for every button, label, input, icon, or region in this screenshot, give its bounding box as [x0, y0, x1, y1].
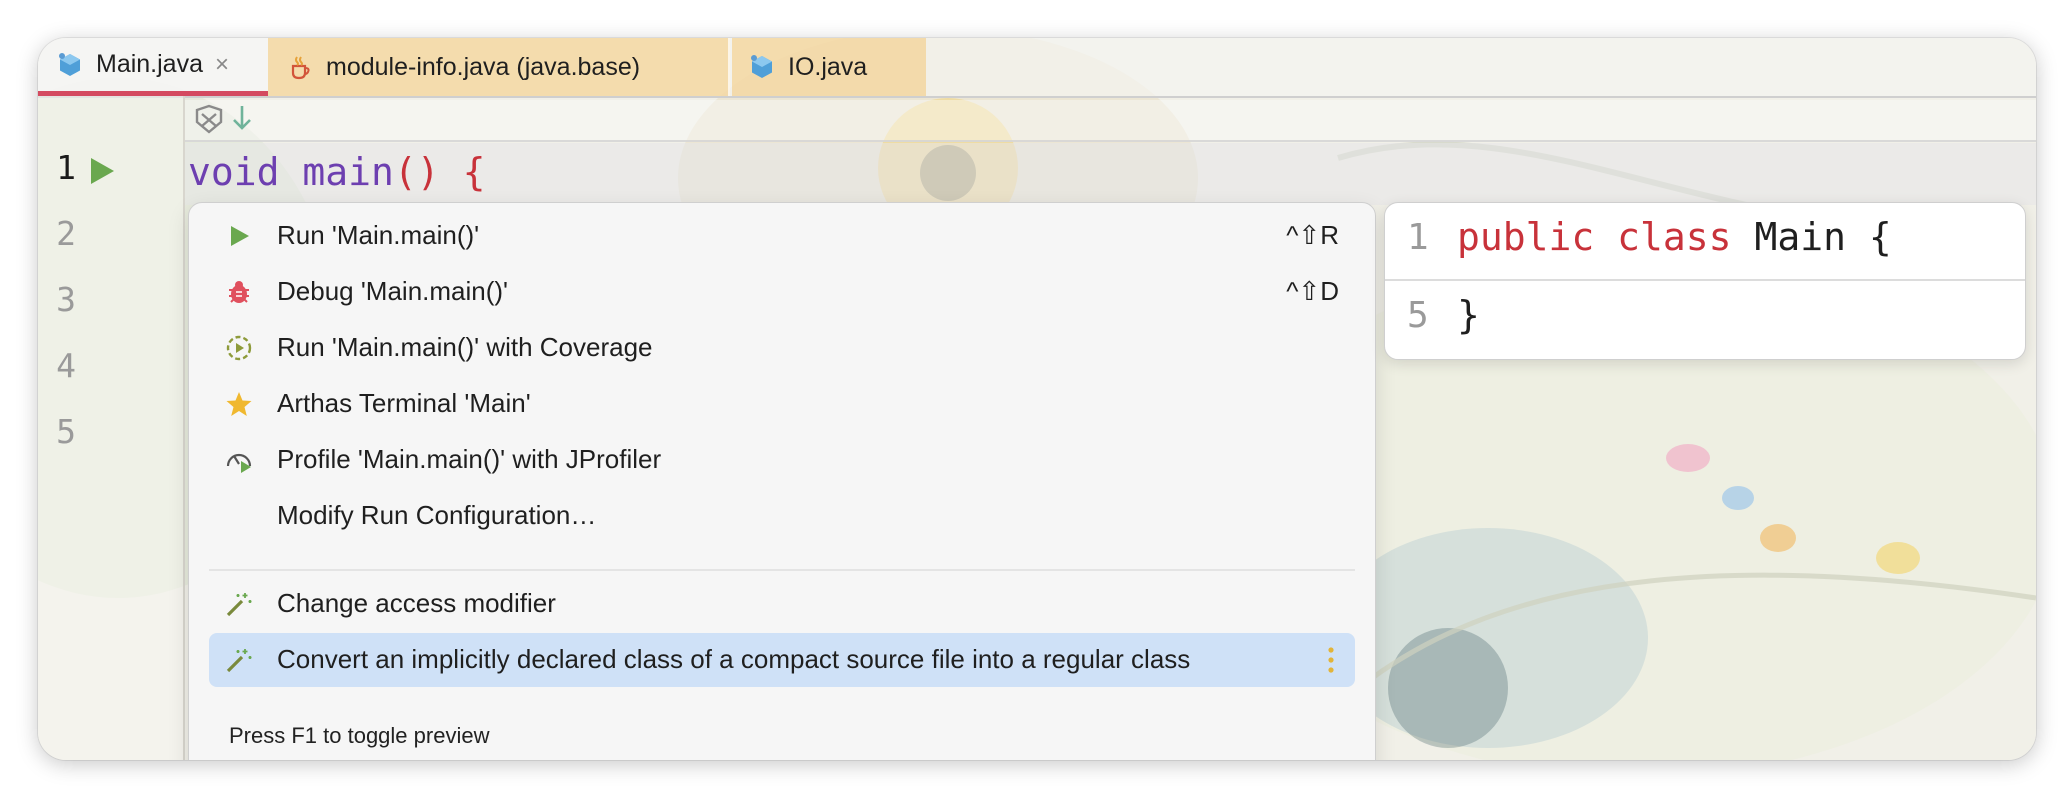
- preview-line-number: 5: [1407, 295, 1429, 336]
- line-number: 4: [56, 346, 76, 385]
- menu-item-label: Arthas Terminal 'Main': [277, 388, 531, 418]
- keyword-public: public: [1457, 215, 1595, 259]
- menu-item-shortcut: ^⇧R: [1286, 220, 1339, 250]
- open-brace: {: [462, 150, 486, 194]
- line-number: 1: [56, 148, 76, 187]
- keyword-void: void: [188, 150, 280, 194]
- menu-item-run[interactable]: Run 'Main.main()' ^⇧R: [209, 209, 1355, 263]
- menu-item-label: Change access modifier: [277, 588, 556, 618]
- popup-footer-hint: Press F1 to toggle preview: [229, 723, 490, 748]
- method-name: main: [302, 150, 394, 194]
- line-number: 3: [56, 280, 76, 319]
- parens: (): [393, 150, 440, 194]
- tab-label: module-info.java (java.base): [326, 52, 641, 81]
- tab-module-info[interactable]: module-info.java (java.base): [268, 38, 730, 96]
- tab-main-java[interactable]: Main.java ×: [38, 38, 268, 96]
- preview-line-number: 1: [1407, 217, 1429, 258]
- menu-item-convert-regular-class[interactable]: Convert an implicitly declared class of …: [209, 633, 1355, 687]
- menu-item-change-access-modifier[interactable]: Change access modifier: [209, 577, 1355, 631]
- preview-code: public class Main {: [1457, 215, 1892, 259]
- preview-code: }: [1457, 293, 1480, 337]
- arrow-down-icon[interactable]: [230, 102, 254, 134]
- editor-tab-bar: Main.java × module-info.java (java.base)…: [38, 38, 2036, 98]
- magic-wand-icon: [226, 649, 252, 673]
- preview-line: 1 public class Main {: [1385, 203, 2025, 281]
- intention-preview-panel: 1 public class Main { 5 }: [1384, 202, 2026, 360]
- run-icon: [231, 226, 249, 246]
- class-name: Main {: [1754, 215, 1892, 259]
- debug-icon: [229, 281, 249, 303]
- code-vision-icon[interactable]: [192, 102, 226, 136]
- menu-item-modify-run-config[interactable]: Modify Run Configuration…: [209, 489, 1355, 543]
- tab-label: Main.java: [96, 50, 203, 78]
- star-icon: [226, 392, 252, 416]
- java-class-icon: [59, 52, 80, 76]
- menu-item-label: Modify Run Configuration…: [277, 500, 597, 530]
- menu-item-label: Run 'Main.main()': [277, 220, 480, 250]
- profiler-icon: [226, 453, 252, 473]
- menu-item-debug[interactable]: Debug 'Main.main()' ^⇧D: [209, 265, 1355, 319]
- line-number: 2: [56, 214, 76, 253]
- more-options-icon[interactable]: [1327, 645, 1335, 675]
- inlay-hint-row: [185, 100, 2036, 142]
- menu-item-label: Profile 'Main.main()' with JProfiler: [277, 444, 662, 474]
- ide-window: Main.java × module-info.java (java.base)…: [38, 38, 2036, 760]
- menu-item-arthas-terminal[interactable]: Arthas Terminal 'Main': [209, 377, 1355, 431]
- run-gutter-icon[interactable]: [88, 156, 116, 186]
- menu-separator: [209, 569, 1355, 571]
- code-line-1[interactable]: void main() {: [188, 150, 485, 194]
- java-class-icon: [751, 55, 772, 78]
- java-cup-icon: [291, 56, 310, 80]
- menu-item-label: Debug 'Main.main()': [277, 276, 509, 306]
- magic-wand-icon: [226, 593, 252, 617]
- tab-io-java[interactable]: IO.java: [732, 38, 926, 96]
- menu-item-shortcut: ^⇧D: [1286, 276, 1339, 306]
- menu-item-profile-jprofiler[interactable]: Profile 'Main.main()' with JProfiler: [209, 433, 1355, 487]
- close-icon[interactable]: ×: [215, 51, 229, 79]
- coverage-icon: [226, 335, 252, 361]
- line-number: 5: [56, 412, 76, 451]
- context-actions-popup: Run 'Main.main()' ^⇧R Debug 'Main.main()…: [188, 202, 1376, 760]
- tab-label: IO.java: [788, 52, 868, 81]
- menu-item-label: Run 'Main.main()' with Coverage: [277, 332, 653, 362]
- menu-item-label: Convert an implicitly declared class of …: [277, 644, 1191, 674]
- keyword-class: class: [1617, 215, 1732, 259]
- menu-item-run-coverage[interactable]: Run 'Main.main()' with Coverage: [209, 321, 1355, 375]
- preview-line: 5 }: [1385, 281, 2025, 357]
